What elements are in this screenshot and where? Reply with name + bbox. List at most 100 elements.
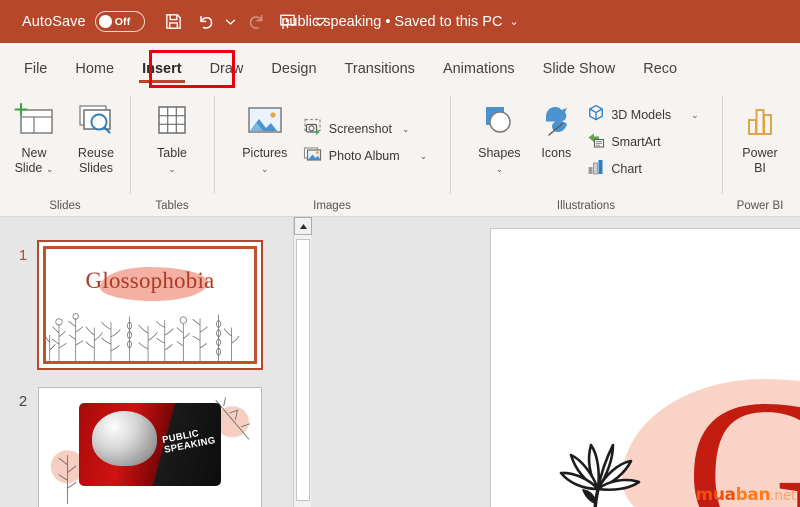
scrollbar-track[interactable] [296,239,310,501]
group-label-illustrations: Illustrations [556,200,616,212]
reuse-slides-label-line1: Reuse [77,146,115,160]
table-label: Table [157,146,187,160]
screenshot-icon [303,118,323,141]
icons-icon [534,98,578,144]
slide-1-botanical-art [46,313,240,361]
smartart-icon [587,131,605,154]
screenshot-button[interactable]: Screenshot ⌄ [298,117,432,141]
chart-button[interactable]: Chart [582,157,703,181]
3d-models-button[interactable]: 3D Models ⌄ [582,103,703,127]
powerpoint-window: AutoSave Off public speaking • Saved to … [0,0,800,507]
ribbon-group-power-bi: Power BI Power BI [722,88,798,217]
title-bar: AutoSave Off public speaking • Saved to … [0,0,800,43]
save-icon[interactable] [159,7,189,37]
autosave-label: AutoSave [22,13,86,30]
ribbon-group-slides: New Slide ⌄ Reuse Slides Slides [0,88,130,217]
ribbon-group-illustrations: Shapes ⌄ Icons 3D Models ⌄ SmartArt Char… [450,88,722,217]
group-label-tables: Tables [155,200,189,212]
start-presentation-icon[interactable] [273,7,303,37]
slide-thumbnail-pane[interactable]: 1 Glossophobia 2 PUBLIC SPEAKING [0,217,293,507]
power-bi-label-line2: BI [754,161,766,175]
slide-2-preview[interactable]: PUBLIC SPEAKING [38,387,262,507]
group-label-power-bi: Power BI [736,200,784,212]
slide-number-2: 2 [18,393,28,410]
table-chevron-down-icon[interactable]: ⌄ [168,164,176,174]
ribbon-group-tables: Table ⌄ Tables [130,88,214,217]
power-bi-icon [739,98,781,144]
slide-2-microphone [91,411,158,467]
quick-access-toolbar [159,7,335,37]
shapes-label: Shapes [478,146,521,160]
photo-album-chevron-down-icon[interactable]: ⌄ [420,151,428,162]
ribbon-group-images: Pictures ⌄ Screenshot ⌄ Photo Album ⌄ Im… [214,88,450,217]
smartart-label: SmartArt [611,135,661,149]
power-bi-button[interactable]: Power BI [729,94,791,176]
document-title-chevron-down-icon[interactable]: ⌄ [509,15,518,28]
tab-design[interactable]: Design [257,61,330,88]
tab-file[interactable]: File [10,61,61,88]
slide-1-title: Glossophobia [85,268,215,294]
autosave-state-label: Off [114,15,131,28]
table-button[interactable]: Table ⌄ [141,94,203,177]
pictures-chevron-down-icon[interactable]: ⌄ [261,164,269,174]
slide-number-1: 1 [18,247,28,264]
undo-icon[interactable] [191,7,221,37]
tab-animations[interactable]: Animations [429,61,529,88]
tab-transitions[interactable]: Transitions [331,61,429,88]
pictures-label: Pictures [242,146,288,160]
tab-home[interactable]: Home [61,61,128,88]
3d-models-label: 3D Models [611,108,672,122]
pictures-icon [242,98,288,144]
new-slide-label-line1: New [21,146,47,160]
tab-slide-show[interactable]: Slide Show [529,61,630,88]
canvas-flower-art [560,443,641,507]
photo-album-icon [303,145,323,168]
watermark: muaban.net [696,485,797,505]
group-label-images: Images [313,200,351,212]
shapes-button[interactable]: Shapes ⌄ [468,94,530,181]
tab-insert[interactable]: Insert [128,61,196,88]
photo-album-button[interactable]: Photo Album ⌄ [298,144,432,168]
screenshot-label: Screenshot [328,122,393,136]
thumbnail-slide-1[interactable]: 1 Glossophobia [8,240,263,370]
tab-draw[interactable]: Draw [196,61,258,88]
pictures-button[interactable]: Pictures ⌄ [232,94,298,177]
watermark-part2: ban [735,485,771,505]
thumbnail-pane-scrollbar[interactable] [293,217,312,507]
undo-dropdown-icon[interactable] [223,7,239,37]
autosave-toggle-knob [98,15,112,28]
slide-1-frame: Glossophobia [43,246,257,364]
scroll-up-arrow-icon[interactable] [294,217,312,235]
shapes-chevron-down-icon[interactable]: ⌄ [496,164,504,174]
screenshot-chevron-down-icon[interactable]: ⌄ [402,124,410,135]
tab-record[interactable]: Reco [629,61,691,88]
3d-models-chevron-down-icon[interactable]: ⌄ [691,110,699,121]
redo-icon [241,7,271,37]
slide-canvas[interactable]: G [490,228,800,507]
reuse-slides-label-line2: Slides [78,161,114,175]
table-icon [151,98,193,144]
slide-2-image: PUBLIC SPEAKING [78,403,222,487]
reuse-slides-icon [74,98,118,144]
autosave-toggle[interactable]: Off [94,11,145,32]
ribbon-tab-strip: File Home Insert Draw Design Transitions… [0,43,800,88]
new-slide-label-line2: Slide [14,161,43,175]
icons-button[interactable]: Icons [530,94,582,181]
slide-1-preview[interactable]: Glossophobia [37,240,263,370]
slide-2-caption: PUBLIC SPEAKING [162,427,217,456]
new-slide-chevron-down-icon[interactable]: ⌄ [46,164,54,174]
watermark-part3: .net [770,488,796,504]
autosave-control[interactable]: AutoSave Off [22,11,145,32]
new-slide-button[interactable]: New Slide ⌄ [3,94,65,177]
shapes-icon [477,98,521,144]
smartart-button[interactable]: SmartArt [582,130,703,154]
power-bi-label-line1: Power [742,146,778,160]
thumbnail-slide-2[interactable]: 2 PUBLIC SPEAKING [8,387,262,507]
slide-editing-pane[interactable]: G muaban.net [312,217,800,507]
chart-label: Chart [611,162,642,176]
ribbon: New Slide ⌄ Reuse Slides Slides Table ⌄ … [0,88,800,217]
customize-qat-icon[interactable] [305,7,335,37]
reuse-slides-button[interactable]: Reuse Slides [65,94,127,177]
icons-label: Icons [541,146,572,160]
3d-models-icon [587,104,605,127]
